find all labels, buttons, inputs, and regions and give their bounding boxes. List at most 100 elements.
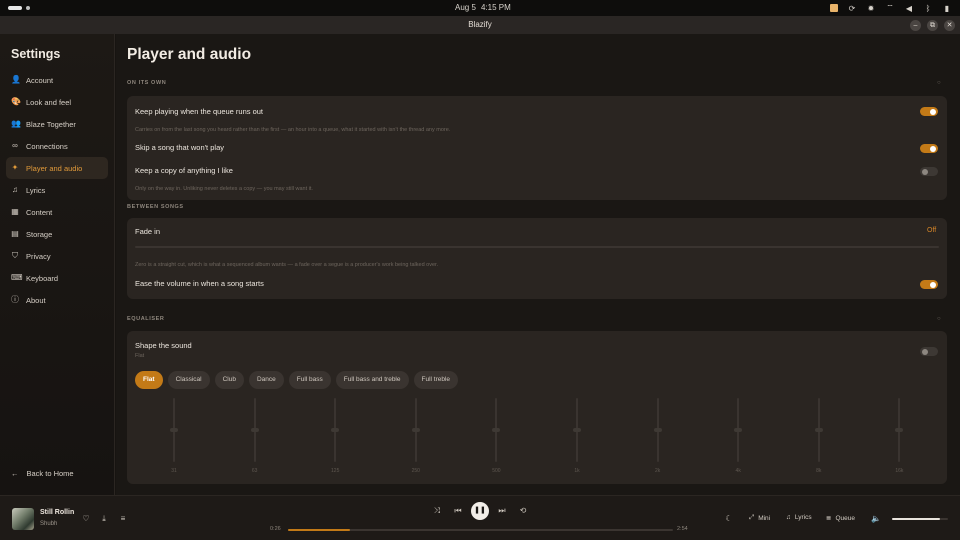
speaker-icon[interactable]: 🔈 [870,514,882,523]
sidebar-item-label: Keyboard [26,273,59,283]
preset-dance[interactable]: Dance [248,371,284,389]
skip-song-title: Skip a song that won't play [135,143,224,152]
battery-icon[interactable]: ▮ [942,4,952,13]
ease-volume-title: Ease the volume in when a song starts [135,279,264,288]
settings-sidebar: Settings 👤 Account 🎨 Look and feel 👥 Blaze To… [0,34,115,495]
ease-volume-toggle[interactable] [920,280,938,289]
workspace-active[interactable] [8,6,22,10]
eq-band-knob[interactable] [653,428,662,432]
track-title[interactable]: Still Rollin [40,509,74,516]
eq-band-knob[interactable] [734,428,743,432]
shape-sound-subtitle: Flat [135,353,145,359]
reset-icon[interactable]: ○ [937,316,941,322]
sidebar-heading: Settings [11,47,61,61]
sidebar-item-label: About [26,295,46,305]
settings-content: Player and audio ON ITS OWN ○ Keep playi… [116,34,960,495]
keep-playing-toggle[interactable] [920,107,938,116]
sidebar-item-look-and-feel[interactable]: 🎨 Look and feel [6,91,108,113]
sidebar-item-content[interactable]: ▦ Content [6,201,108,223]
sidebar-item-player-and-audio[interactable]: ✦ Player and audio [6,157,108,179]
heart-icon[interactable]: ♡ [80,514,92,523]
pause-button[interactable]: ❚❚ [471,502,489,520]
sidebar-item-account[interactable]: 👤 Account [6,69,108,91]
download-icon[interactable]: ⤓ [98,514,110,524]
eq-band-knob[interactable] [411,428,420,432]
person-icon: 👤 [11,75,21,84]
minimize-button[interactable]: – [910,20,921,31]
keep-copy-title: Keep a copy of anything I like [135,166,233,175]
repeat-icon[interactable]: ⟲ [517,506,529,515]
pdf-icon[interactable] [830,4,838,12]
track-artist[interactable]: Shubh [40,521,57,527]
close-button[interactable]: ✕ [944,20,955,31]
keep-copy-toggle[interactable] [920,167,938,176]
progress-bar[interactable] [288,528,673,531]
os-date[interactable]: Aug 5 [455,3,476,12]
volume-icon[interactable]: ◀ [904,4,914,13]
preset-flat[interactable]: Flat [135,371,163,389]
sidebar-item-connections[interactable]: ∞ Connections [6,135,108,157]
preset-full-bass-and-treble[interactable]: Full bass and treble [335,371,409,389]
sidebar-item-privacy[interactable]: ⛉ Privacy [6,245,108,267]
eq-band-knob[interactable] [895,428,904,432]
eq-presets: Flat Classical Club Dance Full bass Full bass… [135,371,459,389]
info-icon: ⓘ [11,295,19,304]
eq-band-knob[interactable] [492,428,501,432]
preset-classical[interactable]: Classical [167,371,210,389]
sidebar-item-blaze-together[interactable]: 👥 Blaze Together [6,113,108,135]
eq-band-knob[interactable] [170,428,178,432]
next-icon[interactable]: ⏭ [496,506,508,516]
skip-song-toggle[interactable] [920,144,938,153]
preset-full-bass[interactable]: Full bass [288,371,331,389]
lyrics-button[interactable]: ♫ Lyrics [786,514,812,521]
album-art[interactable] [12,508,34,530]
lyrics-icon: ♫ [12,185,18,194]
reset-icon[interactable]: ○ [937,80,941,86]
sidebar-item-keyboard[interactable]: ⌨ Keyboard [6,267,108,289]
sidebar-item-label: Storage [26,229,53,239]
maximize-button[interactable]: ⧉ [927,20,938,31]
workspace-inactive[interactable] [26,6,30,10]
refresh-icon[interactable]: ⟳ [847,4,857,13]
eq-band-frequency: 250 [411,468,420,474]
back-to-home-link[interactable]: ← Back to Home [11,469,74,478]
queue-button[interactable]: ≣ Queue [826,514,855,523]
progress-fill [288,528,350,531]
storage-icon: ▤ [11,229,19,238]
volume-slider[interactable] [892,518,948,520]
add-to-queue-icon[interactable]: ≡ [117,514,129,523]
volume-fill [892,518,940,520]
fade-in-slider[interactable] [135,246,939,248]
preset-club[interactable]: Club [214,371,244,389]
palette-icon: 🎨 [11,97,21,106]
workspace-indicator[interactable] [8,6,30,10]
wifi-icon[interactable]: ⌔ [885,3,895,13]
os-status-bar: Aug 5 4:15 PM ⟳ ✹ ⌔ ◀ ᛒ ▮ [0,0,960,16]
previous-icon[interactable]: ⏮ [452,506,464,516]
eq-band-frequency: 125 [331,468,340,474]
eq-band-frequency: 63 [251,468,258,474]
sidebar-item-lyrics[interactable]: ♫ Lyrics [6,179,108,201]
eq-band-knob[interactable] [331,428,340,432]
brightness-icon[interactable]: ✹ [866,4,876,13]
eq-band-knob[interactable] [814,428,823,432]
sidebar-item-about[interactable]: ⓘ About [6,289,108,311]
preset-full-treble[interactable]: Full treble [413,371,459,389]
fade-in-value: Off [927,227,937,234]
shape-sound-toggle[interactable] [920,347,938,356]
sidebar-item-storage[interactable]: ▤ Storage [6,223,108,245]
sidebar-item-label: Account [26,75,54,85]
eq-band-frequency: 4k [735,468,741,474]
bluetooth-icon[interactable]: ᛒ [923,4,933,13]
eq-band-knob[interactable] [573,428,581,432]
os-time[interactable]: 4:15 PM [481,3,511,12]
moon-icon[interactable]: ☾ [723,514,735,523]
shuffle-icon[interactable]: ⤨ [431,506,443,516]
card-equaliser: Shape the sound Flat Flat Classical Club Da… [127,331,947,484]
card-on-its-own: Keep playing when the queue runs out Car… [127,96,947,200]
queue-icon: ≣ [826,515,832,522]
eq-band-knob[interactable] [250,428,259,432]
group-icon: 👥 [11,119,21,128]
mini-button[interactable]: ⤢ Mini [749,514,770,522]
eq-band-frequency: 2k [654,468,661,474]
